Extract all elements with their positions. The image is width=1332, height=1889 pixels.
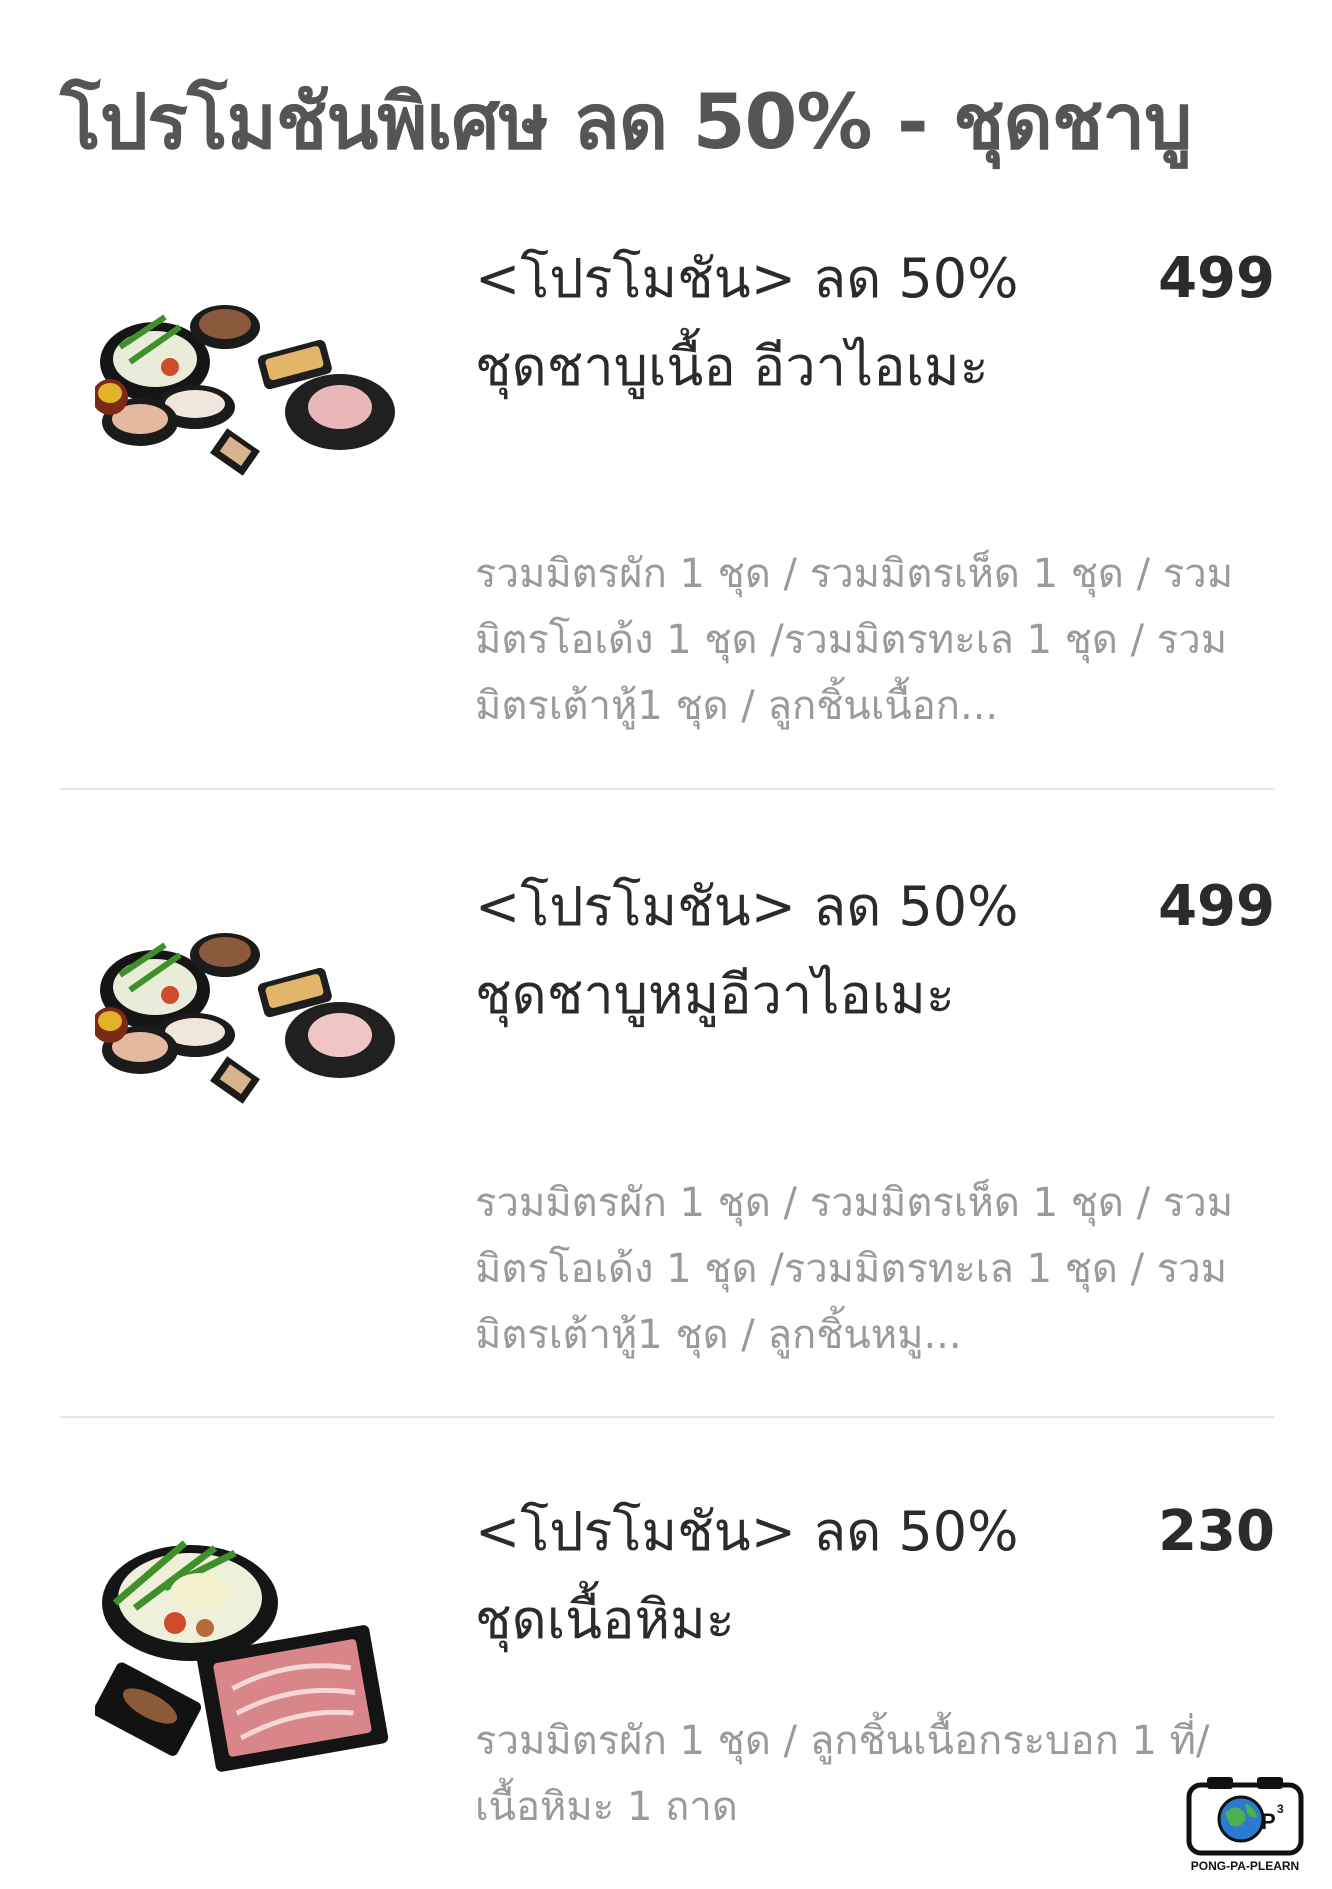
menu-item-name: <โปรโมชัน> ลด 50% ชุดเนื้อหิมะ bbox=[475, 1500, 1019, 1651]
menu-item[interactable]: <โปรโมชัน> ลด 50% ชุดชาบูเนื้อ อีวาไอเมะ… bbox=[60, 215, 1275, 790]
menu-item-description: รวมมิตรผัก 1 ชุด / ลูกชิ้นเนื้อกระบอก 1 … bbox=[475, 1718, 1210, 1830]
menu-item-price: 499 bbox=[1158, 246, 1275, 311]
menu-item-price: 499 bbox=[1158, 874, 1275, 939]
menu-item-price: 230 bbox=[1158, 1499, 1275, 1564]
menu-item-description: รวมมิตรผัก 1 ชุด / รวมมิตรเห็ด 1 ชุด / ร… bbox=[475, 1180, 1234, 1358]
menu-item[interactable]: <โปรโมชัน> ลด 50% ชุดชาบูหมูอีวาไอเมะ 49… bbox=[60, 790, 1275, 1418]
page-title: โปรโมชันพิเศษ ลด 50% - ชุดชาบู bbox=[60, 77, 1192, 166]
watermark-text: PONG-PA-PLEARN bbox=[1190, 1859, 1300, 1873]
menu-item-name: <โปรโมชัน> ลด 50% ชุดชาบูเนื้อ อีวาไอเมะ bbox=[475, 247, 1019, 398]
vegetable-and-beef-tray-image bbox=[95, 1528, 395, 1778]
watermark-logo: P 3 PONG-PA-PLEARN bbox=[1180, 1773, 1310, 1883]
camera-globe-icon: P 3 bbox=[1186, 1777, 1304, 1856]
menu-item-name: <โปรโมชัน> ลด 50% ชุดชาบูหมูอีวาไอเมะ bbox=[475, 875, 1019, 1026]
menu-list: <โปรโมชัน> ลด 50% ชุดชาบูเนื้อ อีวาไอเมะ… bbox=[60, 215, 1275, 1888]
menu-item-description: รวมมิตรผัก 1 ชุด / รวมมิตรเห็ด 1 ชุด / ร… bbox=[475, 551, 1234, 729]
logo-superscript: 3 bbox=[1277, 1802, 1284, 1816]
shabu-set-platter-image bbox=[95, 287, 395, 507]
logo-letter: P bbox=[1261, 1809, 1276, 1834]
shabu-set-platter-image bbox=[95, 915, 395, 1135]
menu-item[interactable]: <โปรโมชัน> ลด 50% ชุดเนื้อหิมะ 230 รวมมิ… bbox=[60, 1418, 1275, 1888]
